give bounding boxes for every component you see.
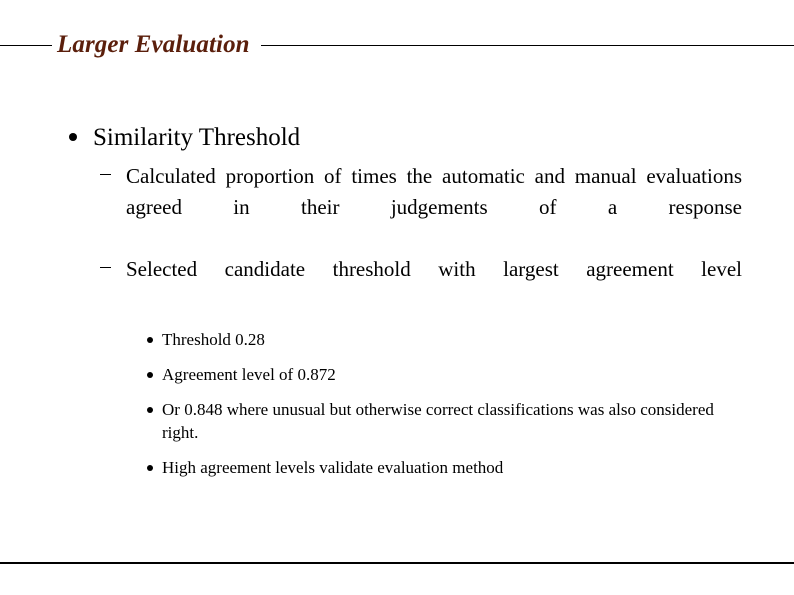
en-dash-bullet-icon — [100, 174, 111, 175]
filled-circle-bullet-icon — [69, 133, 77, 141]
filled-circle-bullet-icon — [147, 337, 153, 343]
bullet-level1-label: Similarity Threshold — [93, 124, 301, 151]
bullet-level3-item: Agreement level of 0.872 — [0, 363, 794, 386]
slide: Larger Evaluation Similarity Threshold C… — [0, 0, 794, 595]
filled-circle-bullet-icon — [147, 465, 153, 471]
bullet-level1-item: Similarity Threshold — [0, 122, 794, 153]
bullet-level3-label: Or 0.848 where unusual but otherwise cor… — [162, 400, 714, 442]
filled-circle-bullet-icon — [147, 372, 153, 378]
bullet-level3-label: Threshold 0.28 — [162, 330, 265, 349]
bullet-level2-item: Selected candidate threshold with larges… — [0, 254, 794, 316]
en-dash-bullet-icon — [100, 267, 111, 268]
title-rule-right — [260, 44, 794, 46]
slide-title-block: Larger Evaluation — [0, 27, 794, 63]
bullet-level3-label: Agreement level of 0.872 — [162, 365, 336, 384]
page-title: Larger Evaluation — [57, 31, 250, 58]
bullet-level2-item: Calculated proportion of times the autom… — [0, 161, 794, 254]
filled-circle-bullet-icon — [147, 407, 153, 413]
title-rule-left — [0, 44, 52, 46]
bullet-level2-label: Calculated proportion of times the autom… — [126, 164, 742, 219]
bullet-level2-label: Selected candidate threshold with larges… — [126, 257, 742, 281]
bullet-level3-group: Threshold 0.28 Agreement level of 0.872 … — [0, 328, 794, 479]
bullet-level3-label: High agreement levels validate evaluatio… — [162, 458, 504, 477]
bullet-level3-item: Or 0.848 where unusual but otherwise cor… — [0, 398, 794, 444]
slide-body: Similarity Threshold Calculated proporti… — [0, 122, 794, 491]
footer-rule — [0, 562, 794, 564]
bullet-level3-item: High agreement levels validate evaluatio… — [0, 456, 794, 479]
bullet-level3-item: Threshold 0.28 — [0, 328, 794, 351]
